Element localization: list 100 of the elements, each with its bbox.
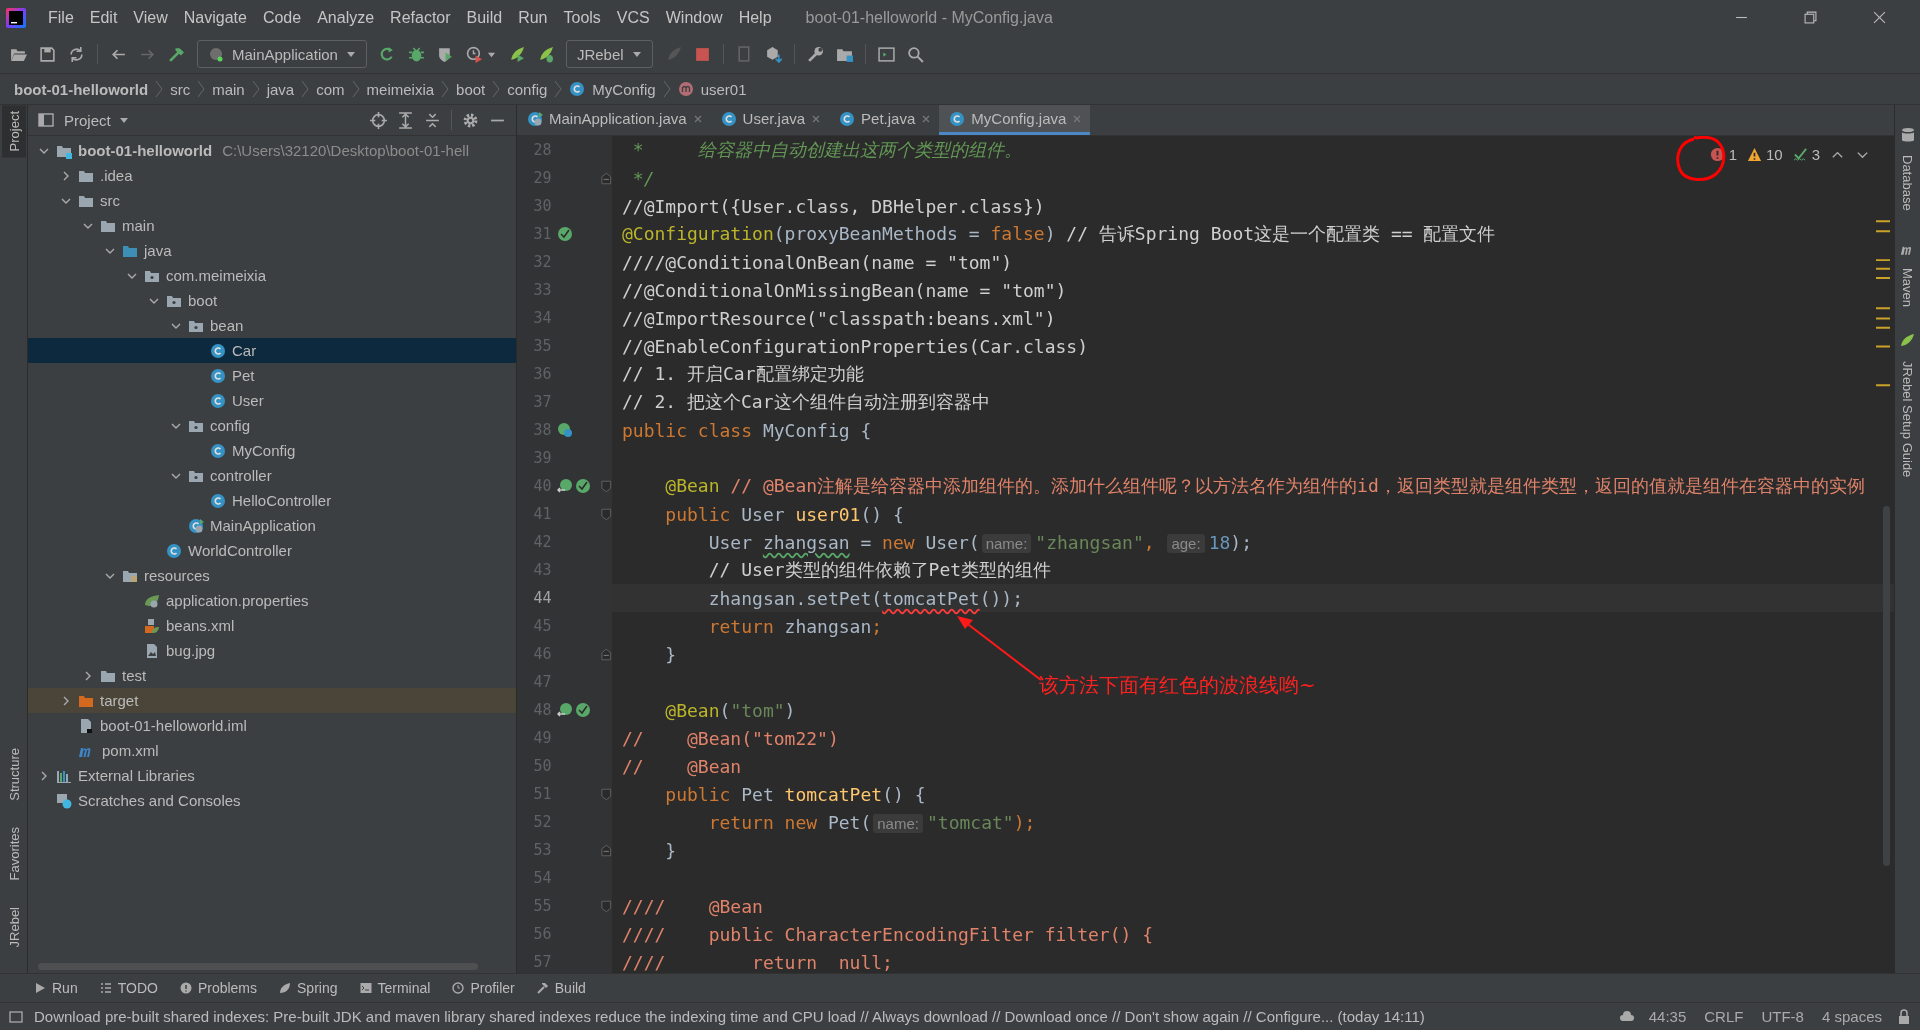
collapse-all-icon[interactable]	[424, 111, 441, 129]
close-icon[interactable]	[811, 113, 822, 124]
scrollbar-thumb[interactable]	[1883, 506, 1890, 866]
line-separator[interactable]: CRLF	[1700, 1008, 1748, 1025]
crosshair-icon[interactable]	[370, 111, 387, 129]
tree-item[interactable]: HelloController	[232, 492, 332, 509]
tree-item[interactable]: User	[232, 392, 264, 409]
stop-icon[interactable]	[693, 45, 711, 63]
tree-item[interactable]: pom.xml	[102, 742, 159, 759]
side-tool-tab[interactable]: Database	[1895, 149, 1920, 217]
fold-end-marker-icon[interactable]	[601, 647, 612, 661]
tree-item[interactable]: src	[100, 192, 120, 209]
settings-icon[interactable]	[462, 111, 479, 129]
warning-count[interactable]: 10	[1746, 146, 1783, 163]
side-tool-tab[interactable]: JRebel Setup Guide	[1895, 354, 1920, 484]
tool-window-button[interactable]: TODO	[95, 980, 162, 996]
terminal-frame-icon[interactable]	[877, 45, 895, 63]
tool-window-button[interactable]: Terminal	[355, 980, 435, 996]
menu-item[interactable]: Refactor	[382, 8, 459, 27]
fold-marker-icon[interactable]	[601, 899, 612, 913]
jrebel-dropdown[interactable]: JRebel	[565, 40, 653, 68]
breadcrumb-item[interactable]: boot-01-helloworld	[14, 80, 149, 98]
breadcrumb-item[interactable]: src	[170, 80, 191, 98]
search-icon[interactable]	[906, 45, 924, 63]
tree-item[interactable]: target	[100, 692, 139, 709]
tool-window-button[interactable]: Spring	[275, 980, 342, 996]
breadcrumb-item[interactable]: config	[507, 80, 548, 98]
breadcrumb-item[interactable]: main	[212, 80, 245, 98]
tree-item[interactable]: test	[122, 667, 147, 684]
tree-item[interactable]: application.properties	[166, 592, 309, 609]
tree-item[interactable]: com.meimeixia	[166, 267, 267, 284]
tree-item[interactable]: Pet	[232, 367, 255, 384]
panel-icon[interactable]	[8, 1008, 24, 1025]
app-logo-icon[interactable]	[6, 7, 26, 28]
navigate-bean-icon[interactable]	[557, 478, 574, 494]
error-count[interactable]: 1	[1709, 146, 1737, 163]
expand-all-icon[interactable]	[397, 111, 414, 129]
tree-item[interactable]: java	[144, 242, 172, 259]
tree-item[interactable]: bean	[210, 317, 244, 334]
navigate-bean-icon[interactable]	[557, 702, 574, 718]
tree-item[interactable]: MyConfig	[232, 442, 296, 459]
menu-item[interactable]: Edit	[81, 8, 126, 27]
tree-item[interactable]: boot	[188, 292, 218, 309]
cube-download-icon[interactable]	[764, 45, 782, 63]
editor-tab[interactable]: MainApplication.java	[517, 105, 711, 135]
tool-window-button[interactable]: Run	[30, 980, 82, 996]
side-tool-tab[interactable]: Structure	[1, 742, 26, 808]
project-view-dropdown[interactable]: Project	[64, 111, 129, 129]
side-tool-tab[interactable]: JRebel	[1, 900, 26, 953]
bug-icon[interactable]	[407, 45, 425, 63]
breadcrumb-item[interactable]: com	[316, 80, 345, 98]
tree-item[interactable]: boot-01-helloworld	[78, 142, 213, 159]
tree-item[interactable]: controller	[210, 467, 272, 484]
fold-marker-icon[interactable]	[601, 479, 612, 493]
clock-play-icon[interactable]	[465, 45, 483, 63]
tree-item[interactable]: External Libraries	[78, 767, 195, 784]
breadcrumb-item[interactable]: MyConfig	[592, 80, 656, 98]
menu-item[interactable]: Navigate	[175, 8, 255, 27]
menu-item[interactable]: Analyze	[309, 8, 383, 27]
menu-item[interactable]: File	[40, 8, 82, 27]
side-tool-tab[interactable]: Project	[1, 105, 26, 158]
config-bean-icon[interactable]	[557, 422, 574, 438]
side-tool-tab[interactable]: Maven	[1895, 261, 1920, 313]
breadcrumb-item[interactable]: meimeixia	[366, 80, 435, 98]
bean-check-icon[interactable]	[575, 478, 592, 494]
save-icon[interactable]	[39, 45, 56, 63]
restore-icon[interactable]	[1804, 11, 1817, 24]
menu-item[interactable]: VCS	[608, 8, 658, 27]
menu-item[interactable]: Help	[730, 8, 780, 27]
close-icon[interactable]	[1873, 11, 1886, 24]
wrench-icon[interactable]	[806, 45, 824, 63]
menu-item[interactable]: Code	[254, 8, 310, 27]
menu-item[interactable]: Tools	[555, 8, 609, 27]
menu-item[interactable]: Run	[510, 8, 556, 27]
tree-item[interactable]: config	[210, 417, 251, 434]
run-configuration-dropdown[interactable]: MainApplication	[197, 40, 367, 68]
tree-item[interactable]: Scratches and Consoles	[78, 792, 241, 809]
fold-marker-icon[interactable]	[601, 787, 612, 801]
tool-window-button[interactable]: Build	[532, 980, 590, 996]
close-icon[interactable]	[921, 113, 932, 124]
menu-item[interactable]: Build	[458, 8, 511, 27]
file-encoding[interactable]: UTF-8	[1757, 1008, 1808, 1025]
side-tool-tab[interactable]: Favorites	[1, 821, 26, 887]
breadcrumb-item[interactable]: user01	[700, 80, 747, 98]
tree-item[interactable]: resources	[144, 567, 210, 584]
tree-item[interactable]: .idea	[100, 167, 133, 184]
bean-check-icon[interactable]	[557, 226, 574, 242]
status-message[interactable]: Download pre-built shared indexes: Pre-built JDK and maven library shared indexes reduce the indexing time and CPU load // Always download // Download once // Don't show again // Configure... (today 14:11)	[34, 1008, 1425, 1025]
editor-tab[interactable]: MyConfig.java	[939, 105, 1091, 135]
tree-item[interactable]: boot-01-helloworld.iml	[100, 717, 247, 734]
fold-end-marker-icon[interactable]	[601, 171, 612, 185]
tree-item[interactable]: main	[122, 217, 155, 234]
tool-window-button[interactable]: Profiler	[448, 980, 519, 996]
shield-icon[interactable]	[436, 45, 454, 63]
hammer-icon[interactable]	[168, 45, 185, 63]
breadcrumb-item[interactable]: boot	[456, 80, 486, 98]
menu-item[interactable]: Window	[657, 8, 731, 27]
lock-icon[interactable]	[1896, 1008, 1912, 1025]
tree-item[interactable]: MainApplication	[210, 517, 316, 534]
editor-tab[interactable]: Pet.java	[829, 105, 940, 135]
